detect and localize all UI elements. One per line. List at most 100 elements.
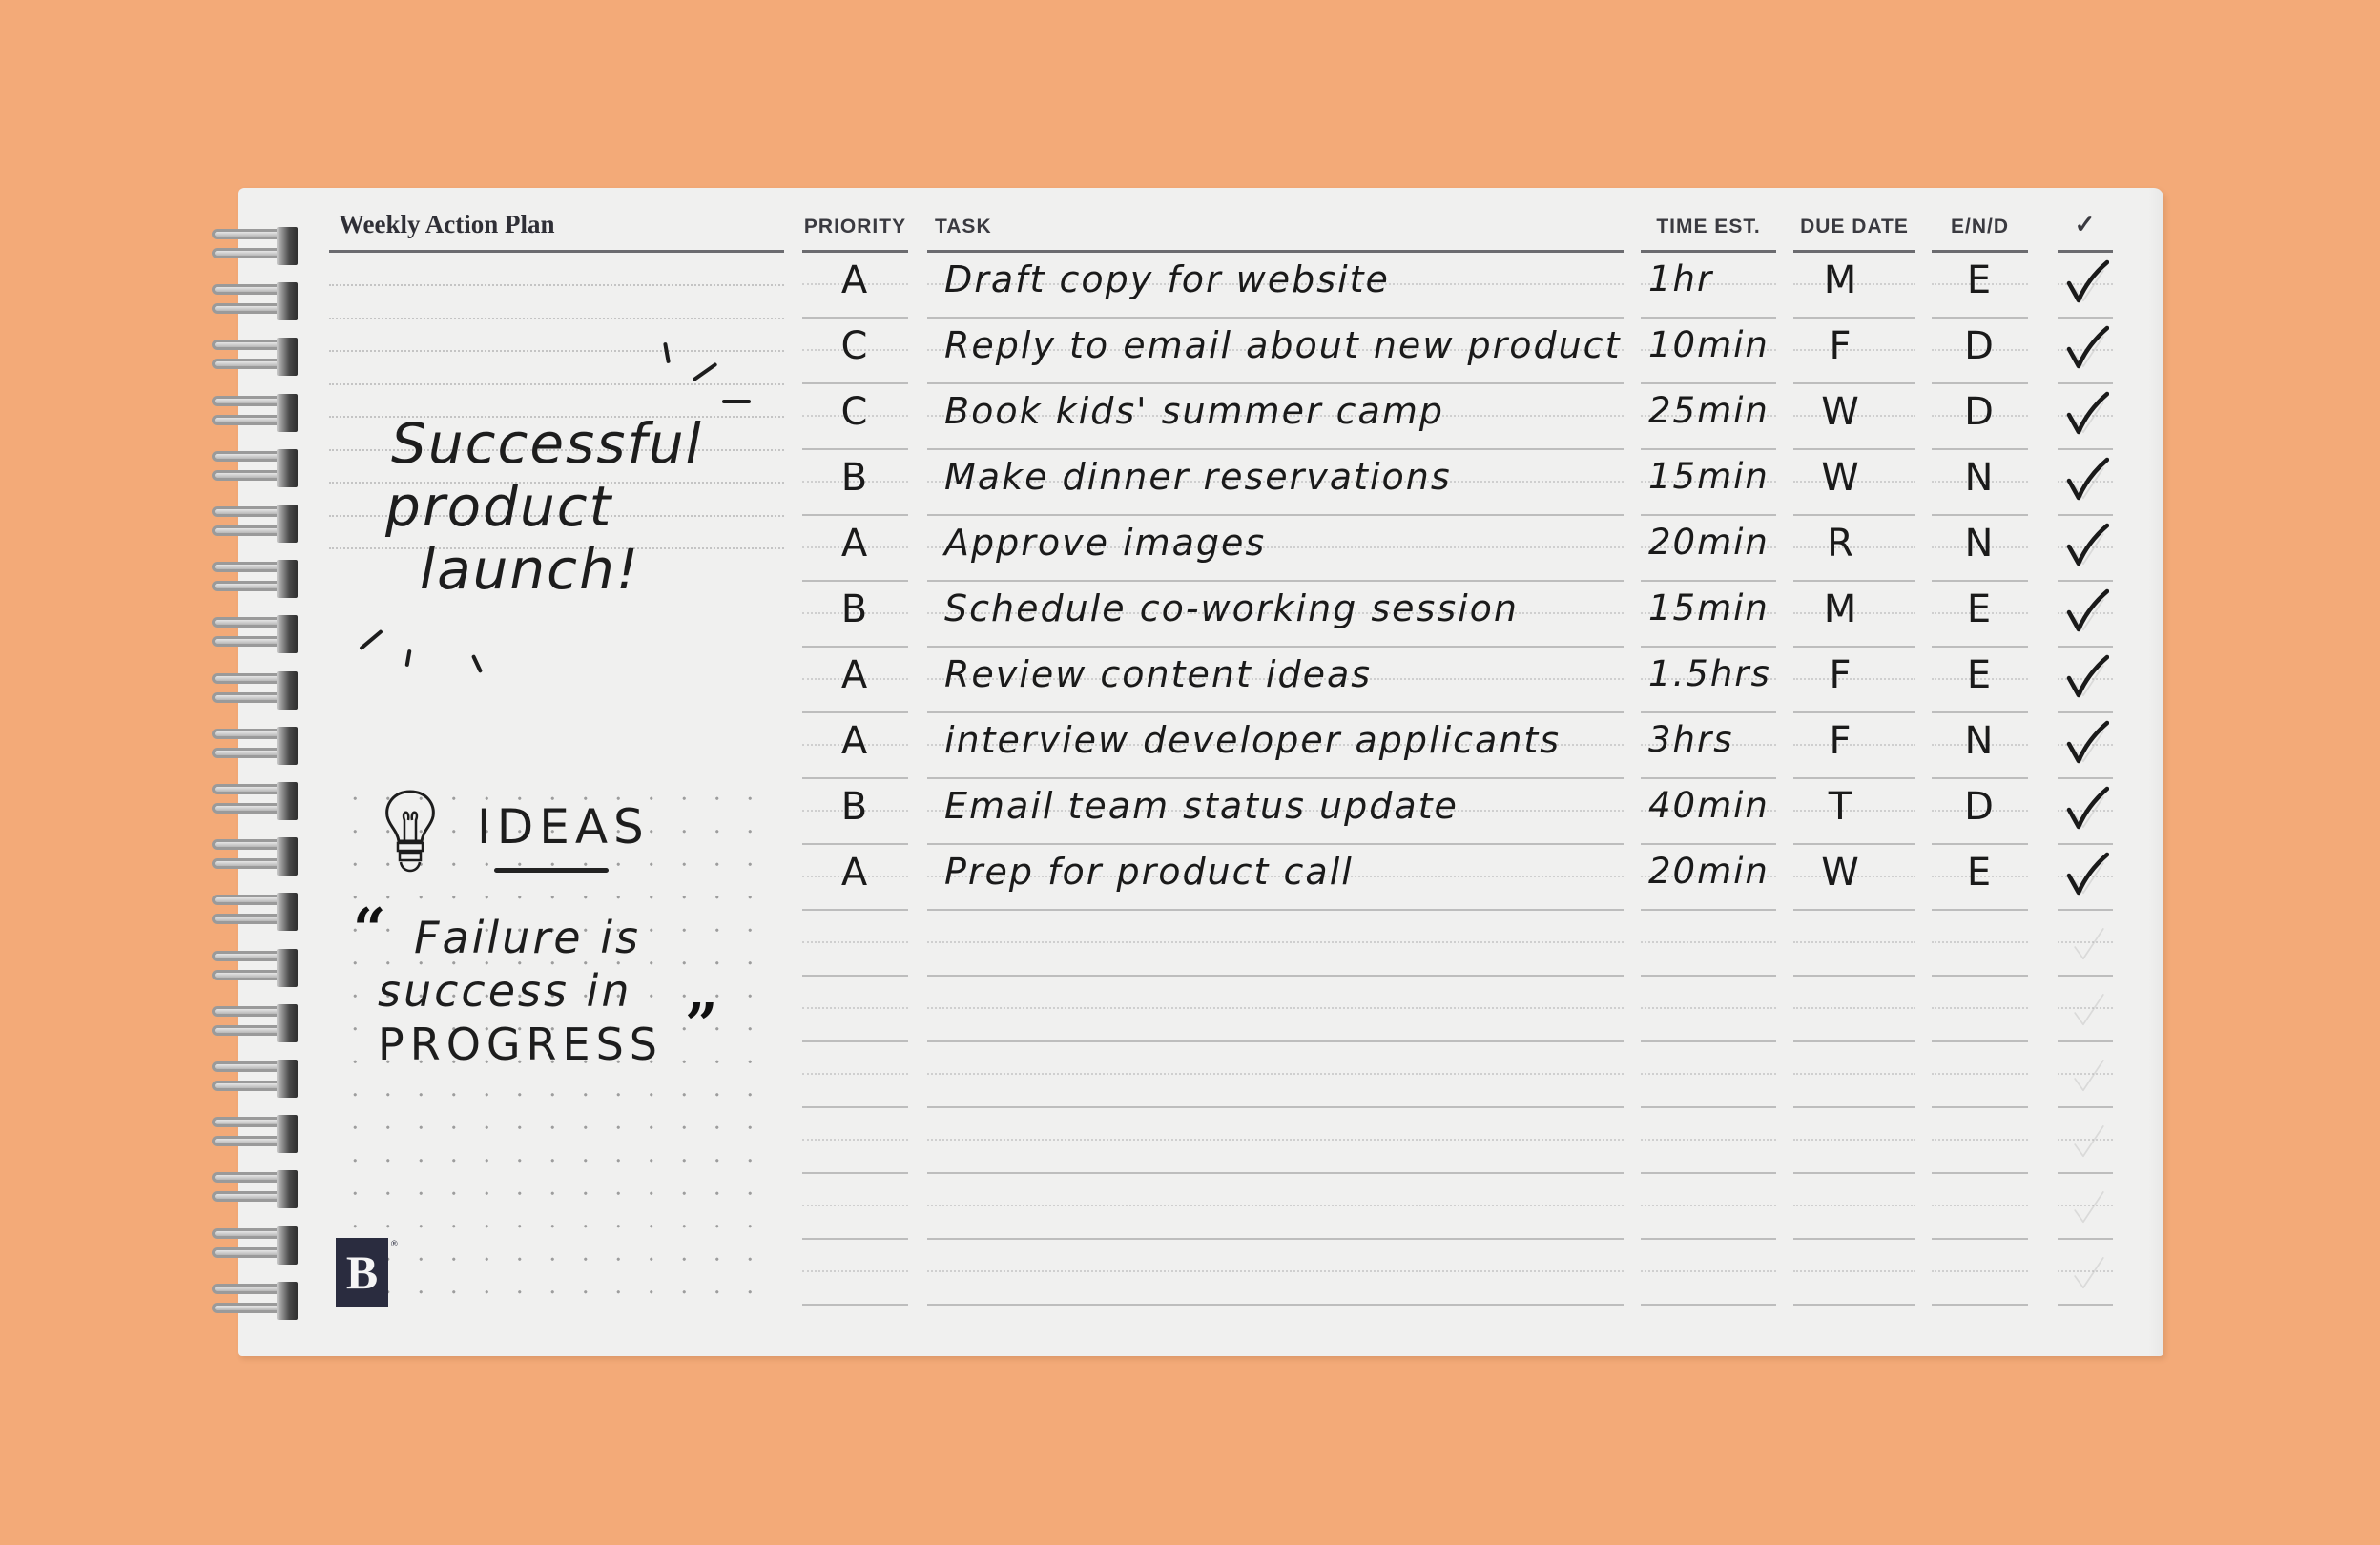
task-cell[interactable]: Draft copy for website: [944, 258, 1390, 300]
due-date-cell[interactable]: W: [1793, 390, 1889, 434]
checkmark-icon[interactable]: [2065, 390, 2110, 438]
due-date-cell[interactable]: W: [1793, 851, 1889, 895]
end-cell[interactable]: N: [1932, 719, 2028, 763]
time-est-cell[interactable]: 25min: [1648, 390, 1769, 431]
end-cell[interactable]: N: [1932, 522, 2028, 566]
row-separator: [1932, 1106, 2028, 1108]
time-est-cell[interactable]: 20min: [1648, 522, 1769, 563]
time-est-cell[interactable]: 1hr: [1648, 258, 1713, 299]
end-cell[interactable]: E: [1932, 587, 2028, 631]
due-date-cell[interactable]: M: [1793, 587, 1889, 631]
dotted-rule: [329, 382, 784, 385]
priority-cell[interactable]: B: [802, 456, 908, 500]
row-separator: [927, 777, 1624, 779]
checkmark-icon[interactable]: [2065, 653, 2110, 701]
checkmark-icon[interactable]: [2065, 522, 2110, 569]
checkmark-icon[interactable]: [2065, 456, 2110, 504]
ideas-label: IDEAS: [477, 799, 650, 855]
priority-cell[interactable]: A: [802, 719, 908, 763]
checkmark-icon[interactable]: [2065, 587, 2110, 635]
time-est-cell[interactable]: 10min: [1648, 324, 1769, 365]
row-separator: [2058, 711, 2113, 713]
end-cell[interactable]: E: [1932, 258, 2028, 302]
row-separator: [927, 580, 1624, 582]
priority-cell[interactable]: B: [802, 587, 908, 631]
due-date-cell[interactable]: R: [1793, 522, 1889, 566]
task-cell[interactable]: Approve images: [944, 522, 1266, 564]
task-cell[interactable]: Reply to email about new product: [944, 324, 1621, 366]
row-dotted-guide: [802, 1007, 908, 1009]
spiral-coil: [212, 1225, 300, 1267]
row-dotted-guide: [1641, 1270, 1776, 1272]
spiral-coil: [212, 447, 300, 489]
checkmark-icon[interactable]: [2065, 324, 2110, 372]
end-cell[interactable]: N: [1932, 456, 2028, 500]
priority-cell[interactable]: A: [802, 522, 908, 566]
row-separator: [927, 646, 1624, 648]
row-separator: [802, 1106, 908, 1108]
column-header-rule: [1793, 250, 1915, 253]
row-separator: [1932, 843, 2028, 845]
time-est-cell[interactable]: 20min: [1648, 851, 1769, 892]
due-date-cell[interactable]: F: [1793, 324, 1889, 368]
checkmark-icon[interactable]: [2065, 719, 2110, 767]
time-est-cell[interactable]: 15min: [1648, 587, 1769, 628]
spiral-coil: [212, 835, 300, 877]
row-dotted-guide: [1641, 941, 1776, 943]
close-quote-mark: ”: [685, 992, 718, 1059]
time-est-cell[interactable]: 15min: [1648, 456, 1769, 497]
row-separator: [1793, 448, 1915, 450]
end-cell[interactable]: D: [1932, 390, 2028, 434]
row-separator: [2058, 1304, 2113, 1306]
task-cell[interactable]: Book kids' summer camp: [944, 390, 1444, 432]
task-cell[interactable]: Review content ideas: [944, 653, 1372, 695]
task-cell[interactable]: interview developer applicants: [944, 719, 1561, 761]
column-header-task: TASK: [935, 216, 992, 237]
row-separator: [1932, 514, 2028, 516]
row-separator: [927, 843, 1624, 845]
row-dotted-guide: [802, 1139, 908, 1141]
spiral-coil: [212, 1113, 300, 1155]
dotted-rule: [329, 350, 784, 352]
column-header-due-date: DUE DATE: [1800, 216, 1909, 237]
priority-cell[interactable]: B: [802, 785, 908, 829]
end-cell[interactable]: D: [1932, 785, 2028, 829]
row-dotted-guide: [802, 1205, 908, 1206]
end-cell[interactable]: E: [1932, 653, 2028, 697]
ideas-underline: [494, 868, 609, 873]
due-date-cell[interactable]: M: [1793, 258, 1889, 302]
end-cell[interactable]: E: [1932, 851, 2028, 895]
priority-cell[interactable]: A: [802, 851, 908, 895]
row-separator: [1932, 1304, 2028, 1306]
column-header-priority: PRIORITY: [803, 216, 907, 237]
priority-cell[interactable]: A: [802, 258, 908, 302]
priority-cell[interactable]: A: [802, 653, 908, 697]
row-dotted-guide: [1793, 1073, 1915, 1075]
checkmark-icon[interactable]: [2065, 258, 2110, 306]
task-cell[interactable]: Prep for product call: [944, 851, 1354, 893]
row-separator: [802, 1172, 908, 1174]
priority-cell[interactable]: C: [802, 390, 908, 434]
time-est-cell[interactable]: 40min: [1648, 785, 1769, 826]
time-est-cell[interactable]: 3hrs: [1648, 719, 1733, 760]
priority-cell[interactable]: C: [802, 324, 908, 368]
printed-check-icon: [2070, 1120, 2108, 1162]
row-separator: [1641, 382, 1776, 384]
checkmark-icon[interactable]: [2065, 851, 2110, 898]
row-separator: [1793, 777, 1915, 779]
task-cell[interactable]: Make dinner reservations: [944, 456, 1452, 498]
time-est-cell[interactable]: 1.5hrs: [1648, 653, 1771, 694]
row-separator: [927, 317, 1624, 319]
printed-check-icon: [2070, 1251, 2108, 1293]
spiral-coil: [212, 780, 300, 822]
due-date-cell[interactable]: F: [1793, 719, 1889, 763]
due-date-cell[interactable]: T: [1793, 785, 1889, 829]
end-cell[interactable]: D: [1932, 324, 2028, 368]
task-cell[interactable]: Email team status update: [944, 785, 1459, 827]
due-date-cell[interactable]: W: [1793, 456, 1889, 500]
row-dotted-guide: [1793, 941, 1915, 943]
row-separator: [927, 711, 1624, 713]
checkmark-icon[interactable]: [2065, 785, 2110, 833]
due-date-cell[interactable]: F: [1793, 653, 1889, 697]
task-cell[interactable]: Schedule co-working session: [944, 587, 1519, 629]
